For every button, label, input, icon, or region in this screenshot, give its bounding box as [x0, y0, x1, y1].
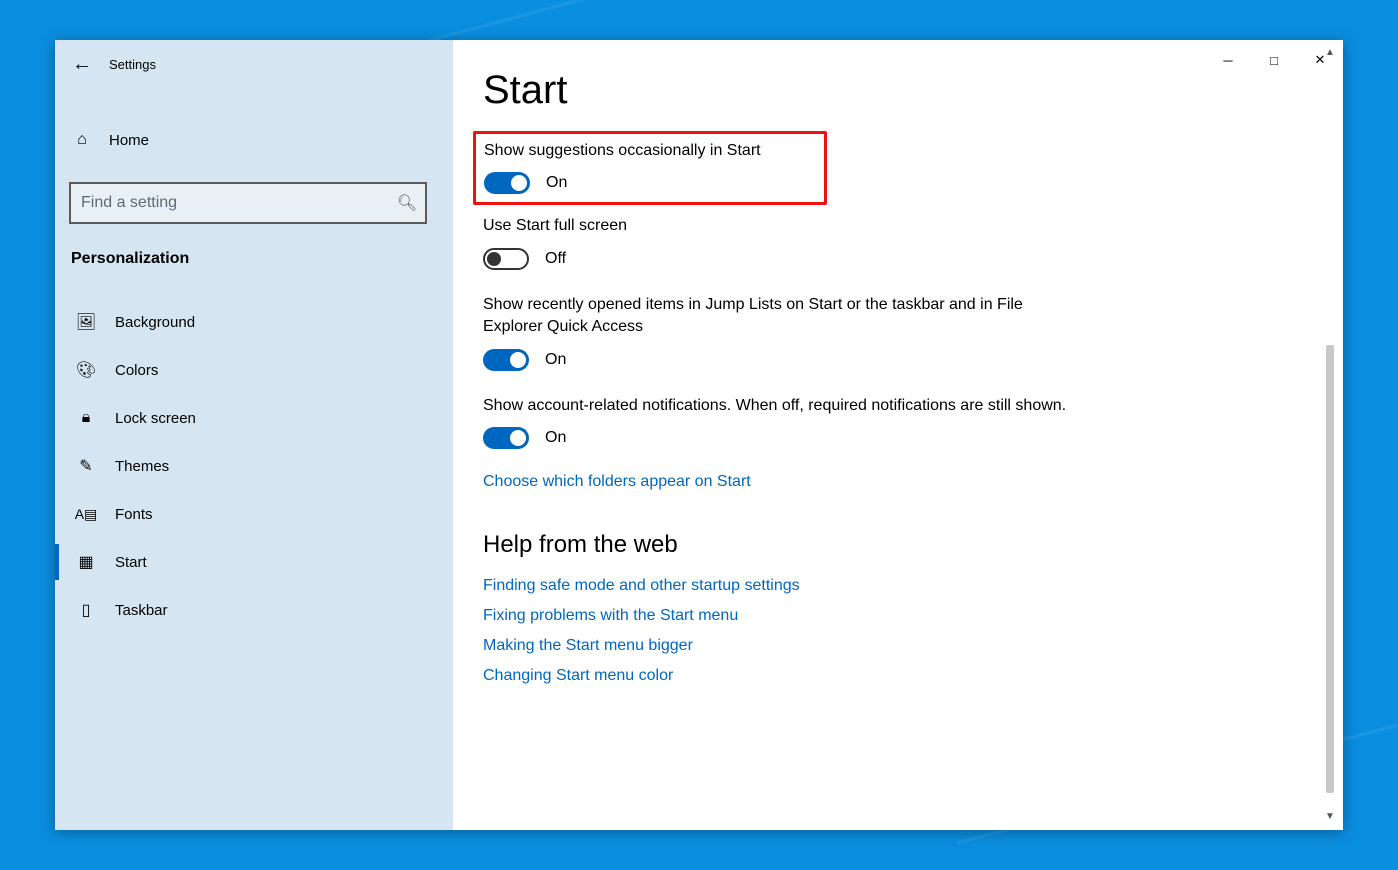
help-links: Finding safe mode and other startup sett… — [483, 577, 1291, 685]
arrow-left-icon: ← — [72, 53, 92, 76]
search-icon: 🔍︎ — [389, 193, 425, 213]
toggle-show-suggestions[interactable] — [484, 172, 530, 194]
scroll-up-icon[interactable]: ▲ — [1323, 46, 1337, 60]
toggle-state: On — [545, 351, 566, 369]
help-heading: Help from the web — [483, 531, 1291, 559]
sidebar-home[interactable]: ⌂ Home — [69, 116, 453, 164]
setting-label: Show suggestions occasionally in Start — [484, 140, 816, 162]
sidebar-nav: 🖼︎ Background 🎨︎ Colors 🔒︎ Lock screen ✎… — [69, 298, 453, 634]
sidebar-item-themes[interactable]: ✎ Themes — [69, 442, 453, 490]
taskbar-icon: ▯ — [73, 600, 99, 620]
search-input[interactable] — [71, 184, 389, 222]
sidebar-item-label: Colors — [115, 362, 158, 379]
scroll-thumb[interactable] — [1326, 345, 1334, 793]
image-icon: 🖼︎ — [73, 312, 99, 332]
sidebar-item-lock-screen[interactable]: 🔒︎ Lock screen — [69, 394, 453, 442]
setting-label: Show recently opened items in Jump Lists… — [483, 294, 1073, 339]
setting-jump-lists: Show recently opened items in Jump Lists… — [483, 294, 1291, 371]
sidebar: ← Settings ⌂ Home 🔍︎ Personalization 🖼︎ … — [55, 40, 453, 830]
sidebar-item-label: Themes — [115, 458, 169, 475]
home-icon: ⌂ — [69, 131, 95, 149]
sidebar-item-fonts[interactable]: A▤ Fonts — [69, 490, 453, 538]
toggle-jump-lists[interactable] — [483, 349, 529, 371]
link-choose-folders[interactable]: Choose which folders appear on Start — [483, 473, 751, 490]
sidebar-item-label: Background — [115, 314, 195, 331]
sidebar-item-colors[interactable]: 🎨︎ Colors — [69, 346, 453, 394]
settings-window: ─ □ ✕ ← Settings ⌂ Home 🔍︎ Personalizati… — [55, 40, 1343, 830]
sidebar-home-label: Home — [109, 132, 149, 149]
help-link-start-color[interactable]: Changing Start menu color — [483, 667, 1291, 685]
setting-show-suggestions: Show suggestions occasionally in Start O… — [473, 131, 827, 205]
lock-screen-icon: 🔒︎ — [73, 409, 99, 427]
palette-icon: 🎨︎ — [73, 360, 99, 380]
scroll-track[interactable] — [1323, 62, 1337, 808]
help-link-fixing-start[interactable]: Fixing problems with the Start menu — [483, 607, 1291, 625]
sidebar-item-label: Start — [115, 554, 147, 571]
setting-account-notifications: Show account-related notifications. When… — [483, 395, 1291, 449]
toggle-state: Off — [545, 250, 566, 268]
page-title: Start — [483, 68, 1291, 113]
themes-icon: ✎ — [73, 456, 99, 476]
sidebar-item-label: Taskbar — [115, 602, 168, 619]
toggle-account-notifications[interactable] — [483, 427, 529, 449]
toggle-state: On — [545, 429, 566, 447]
sidebar-item-background[interactable]: 🖼︎ Background — [69, 298, 453, 346]
toggle-full-screen[interactable] — [483, 248, 529, 270]
sidebar-category: Personalization — [69, 246, 453, 286]
help-link-bigger-start[interactable]: Making the Start menu bigger — [483, 637, 1291, 655]
scroll-down-icon[interactable]: ▼ — [1323, 810, 1337, 824]
content-area: Start Show suggestions occasionally in S… — [453, 40, 1343, 830]
sidebar-item-label: Fonts — [115, 506, 153, 523]
sidebar-item-start[interactable]: ▦ Start — [69, 538, 453, 586]
back-button[interactable]: ← — [67, 49, 97, 79]
setting-label: Use Start full screen — [483, 215, 1073, 237]
help-link-safe-mode[interactable]: Finding safe mode and other startup sett… — [483, 577, 1291, 595]
toggle-state: On — [546, 174, 567, 192]
setting-full-screen: Use Start full screen Off — [483, 215, 1291, 269]
setting-label: Show account-related notifications. When… — [483, 395, 1073, 417]
vertical-scrollbar[interactable]: ▲ ▼ — [1323, 46, 1337, 824]
sidebar-item-label: Lock screen — [115, 410, 196, 427]
fonts-icon: A▤ — [73, 506, 99, 523]
search-box[interactable]: 🔍︎ — [69, 182, 427, 224]
sidebar-item-taskbar[interactable]: ▯ Taskbar — [69, 586, 453, 634]
app-name: Settings — [109, 57, 156, 72]
start-icon: ▦ — [73, 552, 99, 572]
